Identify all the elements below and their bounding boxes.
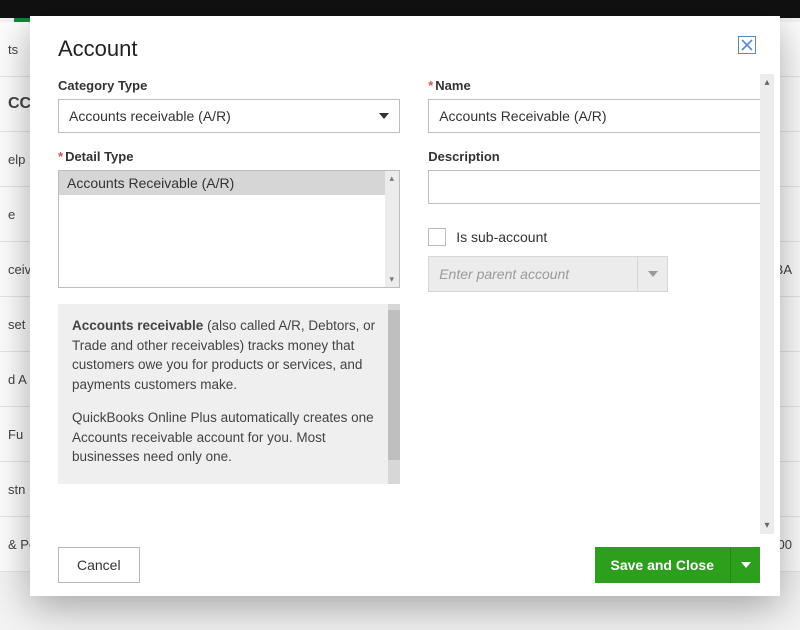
scroll-up-icon: ▴ — [389, 171, 394, 186]
modal-title: Account — [58, 36, 138, 62]
is-sub-account-checkbox[interactable] — [428, 228, 446, 246]
close-button[interactable] — [738, 36, 756, 54]
parent-account-select[interactable]: Enter parent account — [428, 256, 668, 292]
description-input[interactable] — [428, 170, 770, 204]
save-dropdown-button[interactable] — [730, 547, 760, 583]
scroll-down-icon: ▾ — [389, 272, 394, 287]
detail-type-listbox[interactable]: Accounts Receivable (A/R) ▴ ▾ — [58, 170, 400, 288]
modal-scrollbar[interactable]: ▴ ▾ — [760, 74, 774, 534]
save-and-close-button[interactable]: Save and Close — [595, 547, 731, 583]
parent-select-caret — [637, 257, 667, 291]
info-lead: Accounts receivable — [72, 318, 203, 333]
chevron-down-icon — [741, 562, 751, 568]
infobox-scrollbar-thumb[interactable] — [388, 310, 400, 460]
parent-account-placeholder: Enter parent account — [439, 266, 569, 282]
category-type-label: Category Type — [58, 78, 400, 93]
account-modal: Account Category Type Accounts receivabl… — [30, 16, 780, 596]
name-input[interactable] — [428, 99, 770, 133]
chevron-down-icon — [648, 271, 658, 277]
description-label: Description — [428, 149, 770, 164]
chevron-down-icon — [379, 113, 389, 119]
scroll-down-icon[interactable]: ▾ — [764, 517, 769, 534]
detail-type-label: Detail Type — [58, 149, 400, 164]
name-label: Name — [428, 78, 770, 93]
category-type-select[interactable]: Accounts receivable (A/R) — [58, 99, 400, 133]
detail-type-info: Accounts receivable (also called A/R, De… — [58, 304, 400, 484]
is-sub-account-label: Is sub-account — [456, 229, 547, 245]
cancel-button[interactable]: Cancel — [58, 547, 140, 583]
info-para2: QuickBooks Online Plus automatically cre… — [72, 408, 378, 467]
scroll-up-icon[interactable]: ▴ — [764, 74, 769, 91]
close-icon — [741, 39, 753, 51]
category-type-value: Accounts receivable (A/R) — [69, 108, 231, 124]
listbox-scrollbar[interactable]: ▴ ▾ — [385, 171, 399, 287]
detail-type-option-selected[interactable]: Accounts Receivable (A/R) — [59, 171, 385, 195]
